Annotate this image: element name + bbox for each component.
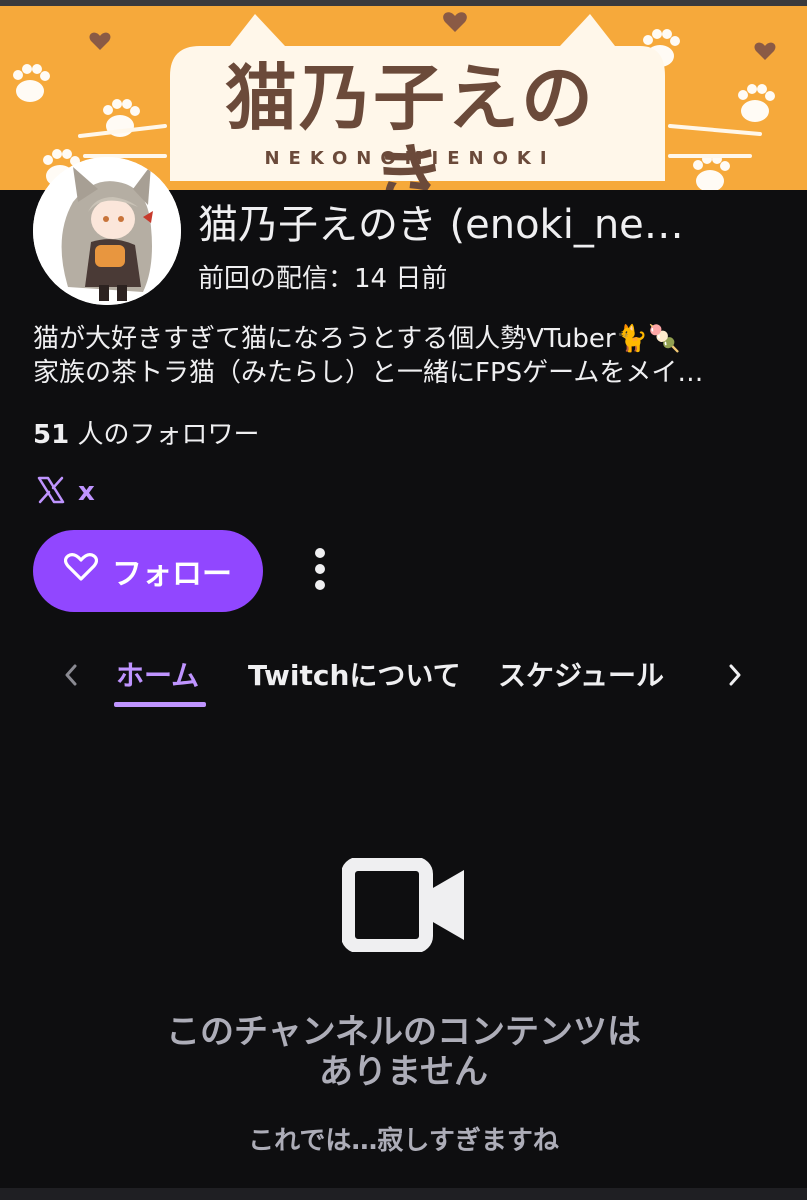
bottom-bar <box>0 1188 807 1200</box>
tabs-scroll-left-button[interactable] <box>56 662 86 692</box>
tabs-scroll-right-button[interactable] <box>720 662 750 692</box>
social-link-label[interactable]: x <box>78 477 95 507</box>
empty-state-title-line1: このチャンネルのコンテンツは <box>166 1012 641 1052</box>
tab-schedule[interactable]: スケジュール <box>498 658 664 694</box>
active-tab-indicator <box>114 702 206 707</box>
banner-title: 猫乃子えのき <box>224 55 595 191</box>
chevron-right-icon <box>728 664 742 690</box>
empty-state-subtitle: これでは…寂しすぎますね <box>248 1126 559 1156</box>
bio-line-1: 猫が大好きすぎて猫になろうとする個人勢VTuber🐈🍡 <box>33 324 681 354</box>
follower-number: 51 <box>33 420 70 450</box>
channel-bio: 猫が大好きすぎて猫になろうとする個人勢VTuber🐈🍡 家族の茶トラ猫（みたらし… <box>33 322 773 390</box>
channel-tabs: ホーム Twitchについて スケジュール <box>0 648 807 712</box>
follower-suffix: 人のフォロワー <box>69 420 260 450</box>
bio-line-2[interactable]: 家族の茶トラ猫（みたらし）と一緒にFPSゲームをメイ… <box>33 356 773 390</box>
heart-outline-icon <box>63 552 99 590</box>
empty-state-title: このチャンネルのコンテンツは ありません <box>100 1012 707 1092</box>
follower-count: 51 人のフォロワー <box>33 418 259 452</box>
empty-state-title-line2: ありません <box>319 1052 488 1092</box>
channel-name: 猫乃子えのき (enoki_ne… <box>198 202 684 248</box>
channel-avatar[interactable] <box>33 157 181 305</box>
video-camera-icon <box>341 857 468 953</box>
more-options-button[interactable] <box>300 545 340 597</box>
avatar-illustration <box>33 157 181 305</box>
last-stream-info: 前回の配信：14 日前 <box>198 264 448 294</box>
tab-about[interactable]: Twitchについて <box>248 658 461 694</box>
tab-home[interactable]: ホーム <box>116 658 199 694</box>
follow-button-label: フォロー <box>112 557 232 592</box>
social-link-x[interactable]: x <box>36 474 95 510</box>
chevron-left-icon <box>64 664 78 690</box>
vertical-ellipsis-icon <box>314 547 326 595</box>
banner-subtitle: NEKONOMIENOKI <box>264 148 556 169</box>
x-logo-icon <box>36 475 66 509</box>
follow-button[interactable]: フォロー <box>33 530 263 612</box>
